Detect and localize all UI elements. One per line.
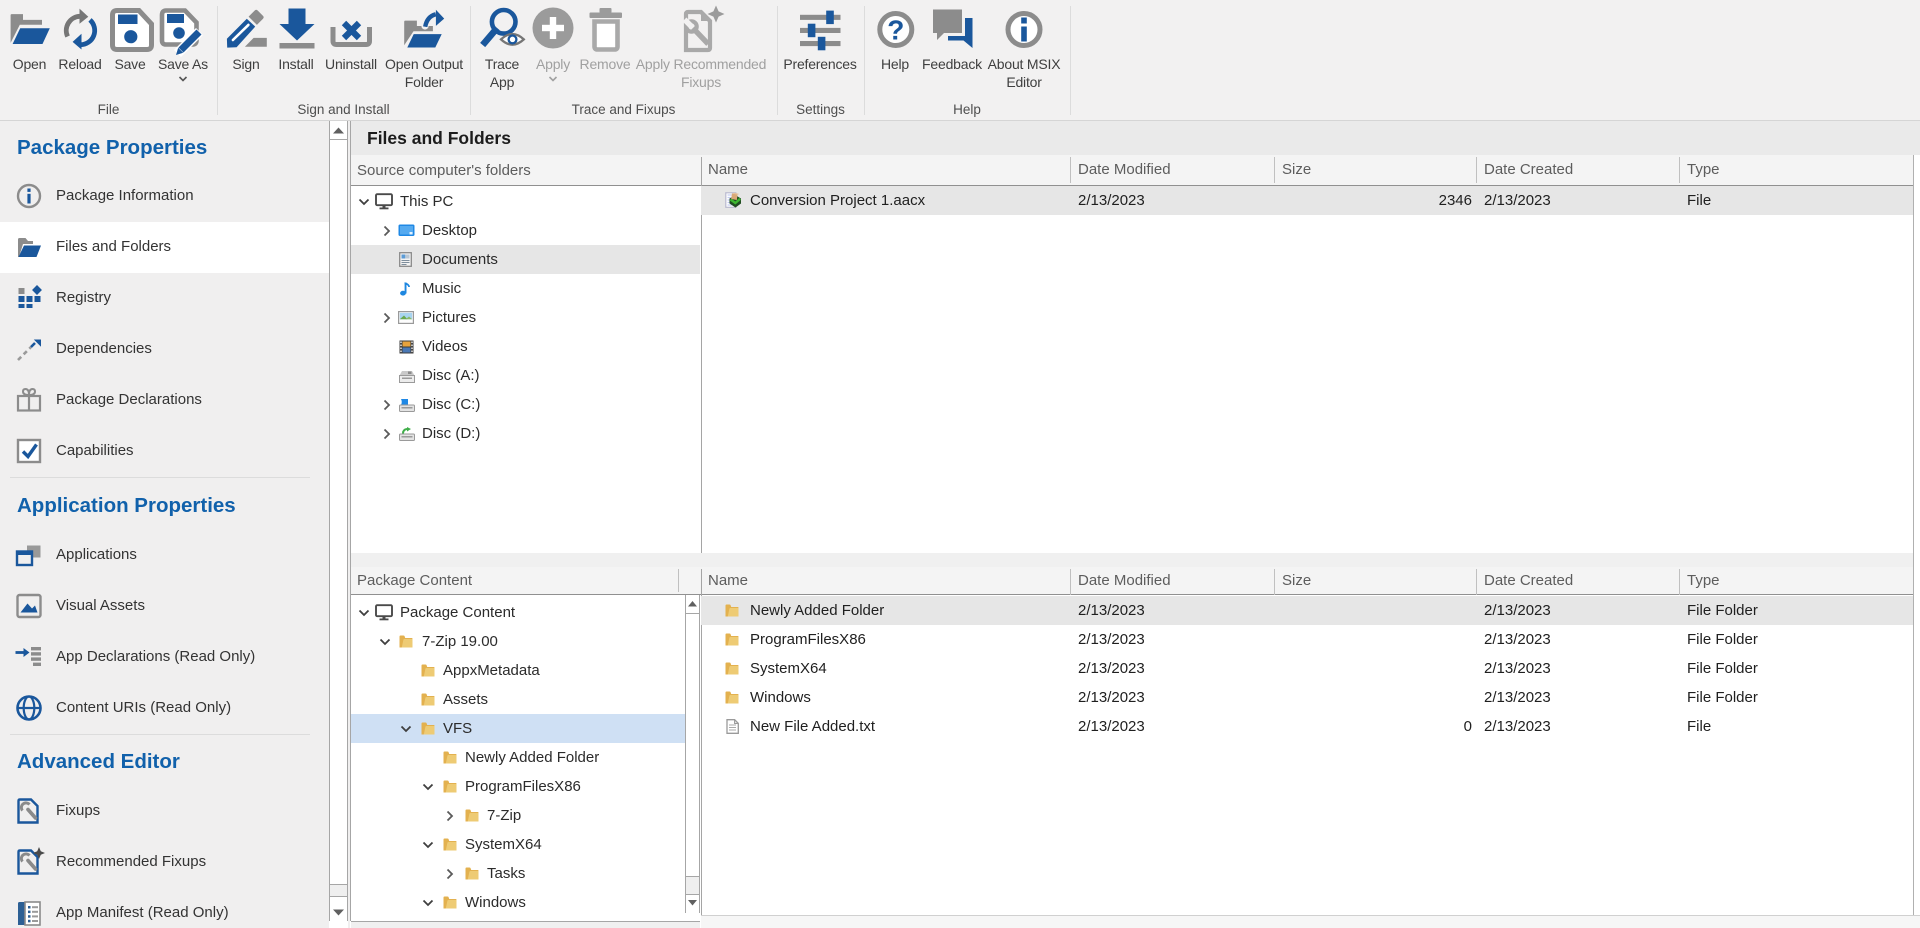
svg-text:?: ? [887,15,904,46]
